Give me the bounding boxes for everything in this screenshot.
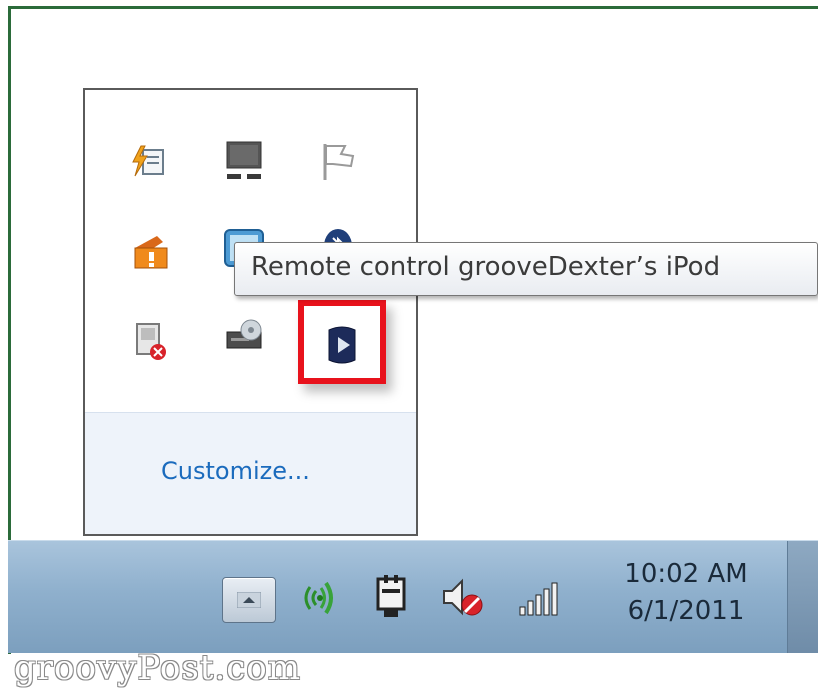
show-hidden-icons-button[interactable]: [222, 577, 276, 623]
watermark: groovyPost.com: [14, 648, 302, 688]
highlight-box: [298, 300, 386, 384]
system-clock[interactable]: 10:02 AM 6/1/2011: [606, 557, 766, 631]
taskbar: 10:02 AM 6/1/2011: [8, 540, 818, 653]
customize-area: Customize...: [85, 412, 416, 534]
volume-muted-icon[interactable]: [438, 573, 488, 623]
customize-link[interactable]: Customize...: [161, 457, 310, 485]
warning-tool-icon[interactable]: [127, 228, 173, 274]
chevron-up-icon: [237, 592, 261, 608]
power-plug-icon[interactable]: [368, 573, 418, 623]
clock-date: 6/1/2011: [627, 596, 745, 626]
show-desktop-button[interactable]: [787, 541, 818, 653]
tooltip: Remote control grooveDexter’s iPod: [234, 242, 818, 296]
wireless-signal-icon[interactable]: [296, 573, 346, 623]
disk-drive-icon[interactable]: [221, 314, 267, 360]
action-center-alert-icon[interactable]: [127, 138, 173, 184]
clock-time: 10:02 AM: [624, 559, 748, 589]
network-computer-icon[interactable]: [221, 138, 267, 184]
device-error-icon[interactable]: [127, 318, 173, 364]
network-bars-icon[interactable]: [514, 573, 564, 623]
flag-icon[interactable]: [315, 138, 361, 184]
tooltip-text: Remote control grooveDexter’s iPod: [251, 252, 721, 282]
